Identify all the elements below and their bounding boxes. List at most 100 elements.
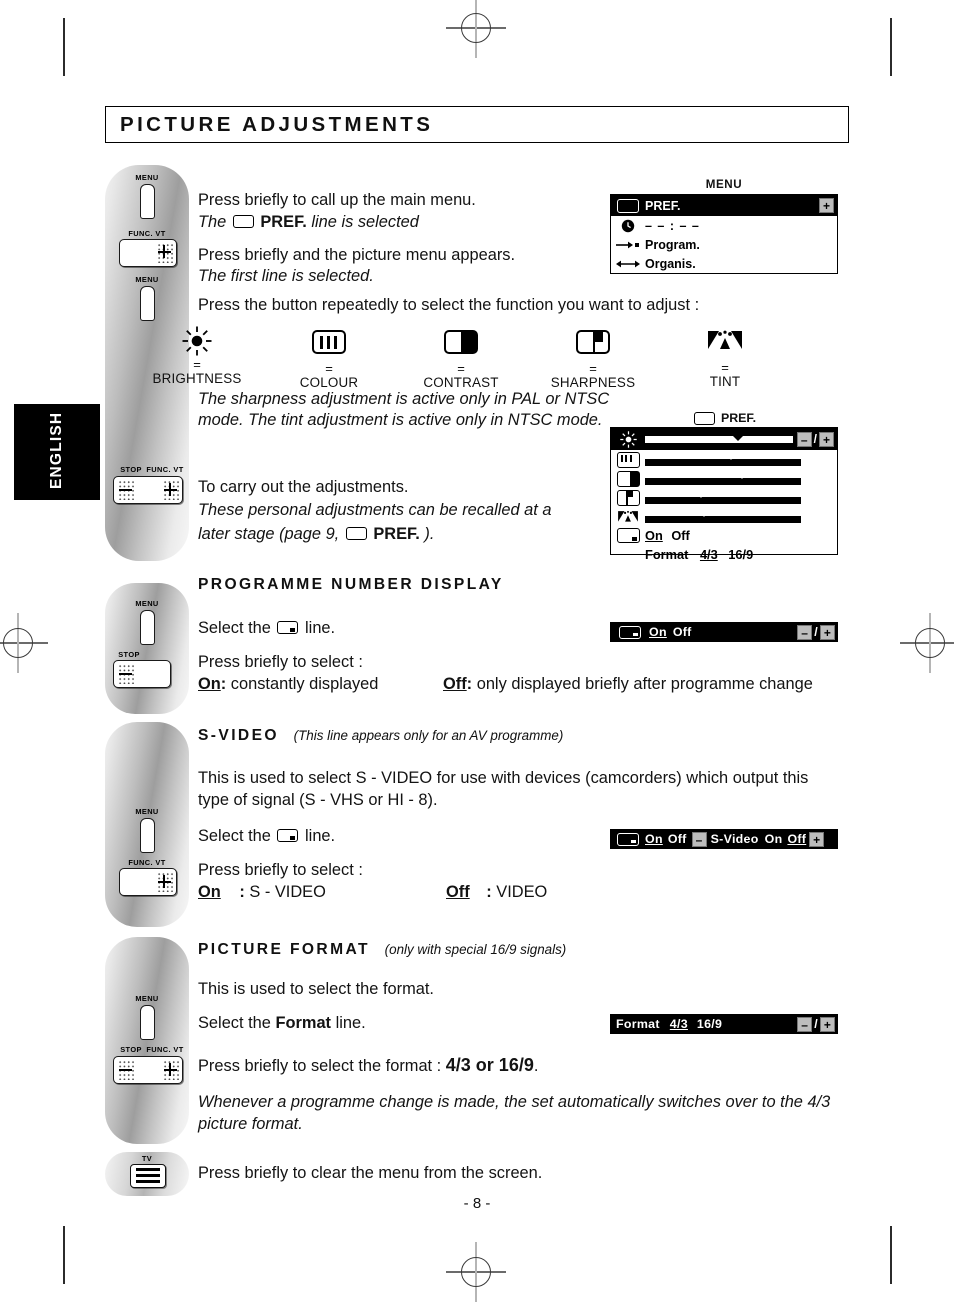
- plus-button[interactable]: +: [820, 624, 835, 640]
- page-number: - 8 -: [463, 1195, 491, 1212]
- slider-track-brightness[interactable]: [645, 433, 793, 443]
- svideo-strip-display-off[interactable]: Off: [668, 832, 687, 846]
- adjust-label-contrast: CONTRAST: [423, 375, 499, 390]
- menu-osd-row[interactable]: – – : – –: [611, 216, 837, 235]
- svideo-off-line: Off : VIDEO: [446, 882, 547, 903]
- adjust-item-contrast: = CONTRAST: [396, 326, 526, 390]
- format-heading-text: PICTURE FORMAT: [198, 941, 370, 958]
- recall-line-2: later stage (page 9, PREF. ).: [198, 524, 434, 545]
- svideo-off-colon: :: [486, 883, 492, 901]
- stop-pad-2[interactable]: [113, 660, 171, 688]
- plus-button[interactable]: +: [820, 1016, 835, 1032]
- svideo-strip-display-on[interactable]: On: [645, 832, 663, 846]
- slash-separator: /: [814, 625, 818, 639]
- menu-button-2[interactable]: [140, 286, 155, 321]
- pref-display-row[interactable]: On Off: [611, 526, 837, 545]
- menu-osd-header[interactable]: PREF. +: [611, 195, 837, 216]
- plus-icon-v: [169, 1063, 171, 1076]
- menu-osd-row[interactable]: Organis.: [611, 254, 837, 273]
- tint-icon: [660, 326, 790, 359]
- plus-button[interactable]: +: [809, 831, 825, 847]
- colour-bars-icon: [611, 451, 645, 468]
- crop-mark-br-v: [890, 1226, 892, 1284]
- adjust-item-brightness: = BRIGHTNESS: [132, 326, 262, 386]
- pref-slider-row-sharpness[interactable]: [611, 488, 837, 507]
- format-press-bold: 4/3 or 16/9: [445, 1055, 534, 1075]
- svideo-strip-off[interactable]: Off: [787, 832, 806, 846]
- pref-slider-row-tint[interactable]: [611, 507, 837, 526]
- intro-line-2-pre: The: [198, 213, 227, 231]
- format-option-4-3[interactable]: 4/3: [700, 547, 718, 562]
- menu-osd-box: PREF. + – – : – – Program. Organis.: [610, 194, 838, 274]
- intro-line-2-post: line is selected: [311, 213, 419, 231]
- minus-button[interactable]: –: [796, 431, 812, 447]
- remote-label-funcvt-3: FUNC. VT: [128, 858, 166, 867]
- prognum-off-line: Off: only displayed briefly after progra…: [443, 674, 813, 695]
- format-osd-strip[interactable]: Format 4/3 16/9 – / +: [610, 1014, 838, 1034]
- plus-button[interactable]: +: [819, 198, 834, 213]
- sun-icon: [611, 430, 645, 448]
- format-row-label: Format: [645, 547, 689, 562]
- prognum-strip-off[interactable]: Off: [673, 625, 692, 639]
- menu-osd-row-label: Organis.: [645, 256, 696, 271]
- double-arrow-icon: [611, 259, 645, 269]
- tv-button[interactable]: [130, 1164, 166, 1188]
- format-select-post: line.: [335, 1014, 366, 1032]
- plus-icon-v: [163, 875, 165, 888]
- remote-label-menu-1: MENU: [135, 173, 159, 182]
- pref-slider-row-colour[interactable]: [611, 450, 837, 469]
- svideo-osd-strip[interactable]: On Off – S-Video On Off +: [610, 829, 838, 849]
- display-off-option[interactable]: Off: [671, 528, 689, 543]
- section-heading-svideo: S-VIDEO (This line appears only for an A…: [198, 727, 563, 745]
- menu-button-5[interactable]: [140, 1005, 155, 1040]
- remote-label-stop-2: STOP: [118, 650, 140, 659]
- prognum-off-desc: only displayed briefly after programme c…: [476, 675, 813, 693]
- recall-line-1: These personal adjustments can be recall…: [198, 501, 552, 519]
- adjust-item-colour: = COLOUR: [264, 326, 394, 390]
- pref-slider-row-contrast[interactable]: [611, 469, 837, 488]
- svideo-press-line: Press briefly to select :: [198, 861, 363, 879]
- func-vt-pad-3[interactable]: [119, 868, 177, 896]
- minus-button[interactable]: –: [797, 1016, 813, 1032]
- menu-osd-row-label: Program.: [645, 237, 700, 252]
- format-select-line: Select the Format line.: [198, 1013, 366, 1034]
- plus-button[interactable]: +: [819, 431, 834, 447]
- menu-button-4[interactable]: [140, 818, 155, 853]
- stop-funcvt-pad-1[interactable]: [113, 476, 183, 504]
- format-strip-opt-16-9[interactable]: 16/9: [697, 1017, 722, 1031]
- prognum-on-colon: :: [220, 675, 227, 693]
- format-body-line: This is used to select the format.: [198, 980, 434, 998]
- menu-osd-row[interactable]: Program.: [611, 235, 837, 254]
- pref-slider-row-brightness[interactable]: – / +: [611, 428, 837, 450]
- prog-number-icon: [619, 625, 641, 639]
- format-strip-opt-4-3[interactable]: 4/3: [670, 1017, 688, 1031]
- prognum-strip-on[interactable]: On: [649, 625, 667, 639]
- prognum-off-label: Off: [443, 675, 467, 693]
- adjust-eq-sign: =: [721, 360, 729, 375]
- pref-format-row[interactable]: Format 4/3 16/9: [611, 545, 837, 564]
- sharpness-note-line-2: mode. The tint adjustment is active only…: [198, 411, 603, 429]
- func-vt-pad-1[interactable]: [119, 239, 177, 267]
- prognum-select-post: line.: [305, 619, 336, 637]
- svideo-strip-on[interactable]: On: [765, 832, 783, 846]
- slider-track-sharpness[interactable]: [645, 488, 801, 504]
- slider-track-contrast[interactable]: [645, 469, 801, 485]
- slider-track-tint[interactable]: [645, 507, 801, 523]
- stop-funcvt-pad-4[interactable]: [113, 1056, 183, 1084]
- section-heading-programme-number: PROGRAMME NUMBER DISPLAY: [198, 576, 504, 593]
- prognum-on-label: On: [198, 675, 221, 693]
- adjust-item-sharpness: = SHARPNESS: [528, 326, 658, 390]
- format-option-16-9[interactable]: 16/9: [728, 547, 753, 562]
- language-tab: ENGLISH: [14, 404, 100, 500]
- prognum-osd-strip[interactable]: On Off – / +: [610, 622, 838, 642]
- menu-button-3[interactable]: [140, 610, 155, 645]
- minus-button[interactable]: –: [797, 624, 813, 640]
- menu-button-1[interactable]: [140, 184, 155, 219]
- minus-button[interactable]: –: [691, 831, 707, 847]
- intro-line-1: Press briefly to call up the main menu.: [198, 191, 476, 209]
- recall-line-2-pre: later stage (page 9,: [198, 525, 340, 543]
- contrast-half-icon: [396, 326, 526, 360]
- remote-label-funcvt-1: FUNC. VT: [128, 229, 166, 238]
- slider-track-colour[interactable]: [645, 450, 801, 466]
- display-on-option[interactable]: On: [645, 528, 663, 543]
